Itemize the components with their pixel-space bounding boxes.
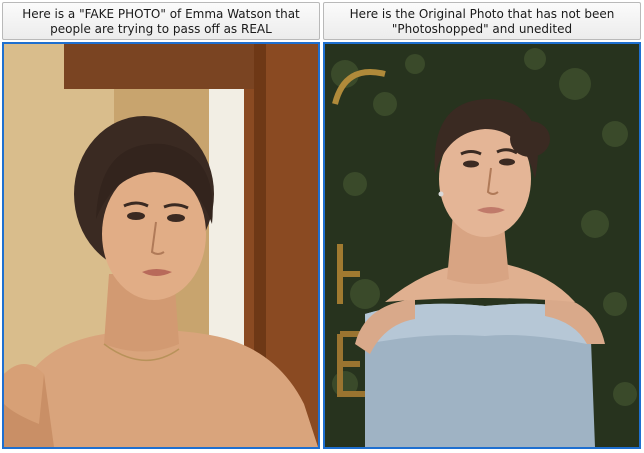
original-photo-frame <box>323 42 641 449</box>
original-photo-caption: Here is the Original Photo that has not … <box>323 2 641 40</box>
fake-photo-frame <box>2 42 320 449</box>
original-portrait-photo <box>325 44 639 447</box>
comparison-page: Here is a "FAKE PHOTO" of Emma Watson th… <box>0 0 644 453</box>
fake-portrait-photo <box>4 44 318 447</box>
original-photo-panel: Here is the Original Photo that has not … <box>323 2 641 451</box>
fake-photo-caption: Here is a "FAKE PHOTO" of Emma Watson th… <box>2 2 320 40</box>
fake-photo-panel: Here is a "FAKE PHOTO" of Emma Watson th… <box>2 2 320 451</box>
